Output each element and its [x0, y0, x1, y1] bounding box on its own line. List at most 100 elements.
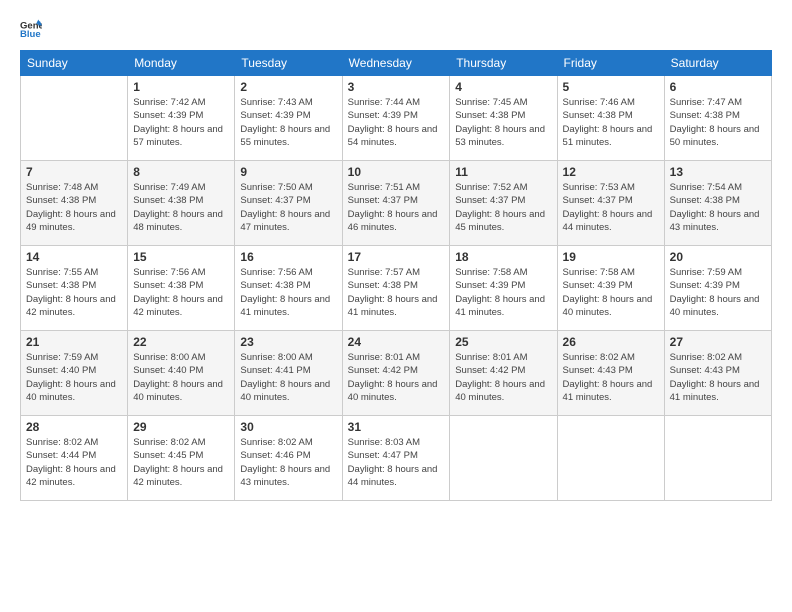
day-number: 13: [670, 165, 766, 179]
calendar-cell: 26 Sunrise: 8:02 AMSunset: 4:43 PMDayligh…: [557, 331, 664, 416]
day-info: Sunrise: 7:42 AMSunset: 4:39 PMDaylight:…: [133, 96, 229, 149]
calendar-week-5: 28Sunrise: 8:02 AMSunset: 4:44 PMDayligh…: [21, 416, 772, 501]
day-number: 2: [240, 80, 336, 94]
calendar-cell: 14Sunrise: 7:55 AMSunset: 4:38 PMDayligh…: [21, 246, 128, 331]
day-info: Sunrise: 8:01 AMSunset: 4:42 PMDaylight:…: [348, 351, 445, 404]
calendar-week-1: 1 Sunrise: 7:42 AMSunset: 4:39 PMDaylight…: [21, 76, 772, 161]
day-number: 22: [133, 335, 229, 349]
calendar-cell: 10Sunrise: 7:51 AMSunset: 4:37 PMDayligh…: [342, 161, 450, 246]
calendar-cell: 6Sunrise: 7:47 AMSunset: 4:38 PMDaylight…: [664, 76, 771, 161]
calendar-cell: 5 Sunrise: 7:46 AMSunset: 4:38 PMDaylight…: [557, 76, 664, 161]
calendar-cell: 31 Sunrise: 8:03 AMSunset: 4:47 PMDayligh…: [342, 416, 450, 501]
calendar-cell: [21, 76, 128, 161]
day-number: 3: [348, 80, 445, 94]
day-number: 15: [133, 250, 229, 264]
day-info: Sunrise: 7:59 AMSunset: 4:39 PMDaylight:…: [670, 266, 766, 319]
day-number: 26: [563, 335, 659, 349]
calendar-cell: 28Sunrise: 8:02 AMSunset: 4:44 PMDayligh…: [21, 416, 128, 501]
logo: General Blue: [20, 18, 44, 40]
calendar-week-2: 7 Sunrise: 7:48 AMSunset: 4:38 PMDaylight…: [21, 161, 772, 246]
day-info: Sunrise: 8:03 AMSunset: 4:47 PMDaylight:…: [348, 436, 445, 489]
day-number: 20: [670, 250, 766, 264]
day-number: 18: [455, 250, 551, 264]
calendar-cell: 30 Sunrise: 8:02 AMSunset: 4:46 PMDayligh…: [235, 416, 342, 501]
calendar-cell: 16 Sunrise: 7:56 AMSunset: 4:38 PMDayligh…: [235, 246, 342, 331]
day-number: 4: [455, 80, 551, 94]
day-info: Sunrise: 7:58 AMSunset: 4:39 PMDaylight:…: [563, 266, 659, 319]
calendar-cell: 29 Sunrise: 8:02 AMSunset: 4:45 PMDayligh…: [128, 416, 235, 501]
header: General Blue: [20, 18, 772, 40]
day-number: 8: [133, 165, 229, 179]
calendar-cell: 13Sunrise: 7:54 AMSunset: 4:38 PMDayligh…: [664, 161, 771, 246]
calendar-cell: 21 Sunrise: 7:59 AMSunset: 4:40 PMDayligh…: [21, 331, 128, 416]
day-info: Sunrise: 8:02 AMSunset: 4:45 PMDaylight:…: [133, 436, 229, 489]
day-info: Sunrise: 7:56 AMSunset: 4:38 PMDaylight:…: [133, 266, 229, 319]
day-number: 31: [348, 420, 445, 434]
day-info: Sunrise: 7:46 AMSunset: 4:38 PMDaylight:…: [563, 96, 659, 149]
weekday-header-thursday: Thursday: [450, 51, 557, 76]
day-info: Sunrise: 7:52 AMSunset: 4:37 PMDaylight:…: [455, 181, 551, 234]
weekday-header-saturday: Saturday: [664, 51, 771, 76]
calendar-cell: 17 Sunrise: 7:57 AMSunset: 4:38 PMDayligh…: [342, 246, 450, 331]
day-info: Sunrise: 8:00 AMSunset: 4:40 PMDaylight:…: [133, 351, 229, 404]
day-info: Sunrise: 7:59 AMSunset: 4:40 PMDaylight:…: [26, 351, 122, 404]
calendar-cell: 24Sunrise: 8:01 AMSunset: 4:42 PMDayligh…: [342, 331, 450, 416]
weekday-header-row: SundayMondayTuesdayWednesdayThursdayFrid…: [21, 51, 772, 76]
calendar-cell: 2 Sunrise: 7:43 AMSunset: 4:39 PMDaylight…: [235, 76, 342, 161]
weekday-header-tuesday: Tuesday: [235, 51, 342, 76]
calendar-cell: 8 Sunrise: 7:49 AMSunset: 4:38 PMDaylight…: [128, 161, 235, 246]
calendar-cell: 1 Sunrise: 7:42 AMSunset: 4:39 PMDaylight…: [128, 76, 235, 161]
day-info: Sunrise: 7:45 AMSunset: 4:38 PMDaylight:…: [455, 96, 551, 149]
calendar-cell: 19 Sunrise: 7:58 AMSunset: 4:39 PMDayligh…: [557, 246, 664, 331]
day-info: Sunrise: 7:56 AMSunset: 4:38 PMDaylight:…: [240, 266, 336, 319]
day-number: 5: [563, 80, 659, 94]
day-number: 11: [455, 165, 551, 179]
day-number: 9: [240, 165, 336, 179]
weekday-header-monday: Monday: [128, 51, 235, 76]
day-info: Sunrise: 8:00 AMSunset: 4:41 PMDaylight:…: [240, 351, 336, 404]
calendar-table: SundayMondayTuesdayWednesdayThursdayFrid…: [20, 50, 772, 501]
logo-icon: General Blue: [20, 18, 42, 40]
day-info: Sunrise: 8:02 AMSunset: 4:43 PMDaylight:…: [670, 351, 766, 404]
day-info: Sunrise: 8:01 AMSunset: 4:42 PMDaylight:…: [455, 351, 551, 404]
day-info: Sunrise: 7:44 AMSunset: 4:39 PMDaylight:…: [348, 96, 445, 149]
day-info: Sunrise: 8:02 AMSunset: 4:44 PMDaylight:…: [26, 436, 122, 489]
calendar-cell: 15 Sunrise: 7:56 AMSunset: 4:38 PMDayligh…: [128, 246, 235, 331]
day-number: 23: [240, 335, 336, 349]
day-info: Sunrise: 8:02 AMSunset: 4:43 PMDaylight:…: [563, 351, 659, 404]
day-number: 21: [26, 335, 122, 349]
day-number: 1: [133, 80, 229, 94]
calendar-cell: [557, 416, 664, 501]
day-number: 14: [26, 250, 122, 264]
day-info: Sunrise: 7:57 AMSunset: 4:38 PMDaylight:…: [348, 266, 445, 319]
day-number: 7: [26, 165, 122, 179]
calendar-cell: 20 Sunrise: 7:59 AMSunset: 4:39 PMDayligh…: [664, 246, 771, 331]
calendar-cell: [664, 416, 771, 501]
calendar-cell: 25 Sunrise: 8:01 AMSunset: 4:42 PMDayligh…: [450, 331, 557, 416]
day-number: 27: [670, 335, 766, 349]
day-number: 19: [563, 250, 659, 264]
day-info: Sunrise: 7:50 AMSunset: 4:37 PMDaylight:…: [240, 181, 336, 234]
calendar-cell: 12 Sunrise: 7:53 AMSunset: 4:37 PMDayligh…: [557, 161, 664, 246]
weekday-header-wednesday: Wednesday: [342, 51, 450, 76]
calendar-week-4: 21 Sunrise: 7:59 AMSunset: 4:40 PMDayligh…: [21, 331, 772, 416]
calendar-cell: 18Sunrise: 7:58 AMSunset: 4:39 PMDayligh…: [450, 246, 557, 331]
day-number: 30: [240, 420, 336, 434]
day-info: Sunrise: 8:02 AMSunset: 4:46 PMDaylight:…: [240, 436, 336, 489]
day-number: 12: [563, 165, 659, 179]
calendar-cell: 11 Sunrise: 7:52 AMSunset: 4:37 PMDayligh…: [450, 161, 557, 246]
day-number: 25: [455, 335, 551, 349]
calendar-cell: 3 Sunrise: 7:44 AMSunset: 4:39 PMDaylight…: [342, 76, 450, 161]
day-number: 29: [133, 420, 229, 434]
day-number: 17: [348, 250, 445, 264]
day-info: Sunrise: 7:53 AMSunset: 4:37 PMDaylight:…: [563, 181, 659, 234]
day-info: Sunrise: 7:43 AMSunset: 4:39 PMDaylight:…: [240, 96, 336, 149]
day-info: Sunrise: 7:49 AMSunset: 4:38 PMDaylight:…: [133, 181, 229, 234]
day-info: Sunrise: 7:48 AMSunset: 4:38 PMDaylight:…: [26, 181, 122, 234]
calendar-cell: 9 Sunrise: 7:50 AMSunset: 4:37 PMDaylight…: [235, 161, 342, 246]
day-number: 6: [670, 80, 766, 94]
calendar-cell: 27 Sunrise: 8:02 AMSunset: 4:43 PMDayligh…: [664, 331, 771, 416]
day-info: Sunrise: 7:51 AMSunset: 4:37 PMDaylight:…: [348, 181, 445, 234]
day-number: 16: [240, 250, 336, 264]
weekday-header-sunday: Sunday: [21, 51, 128, 76]
